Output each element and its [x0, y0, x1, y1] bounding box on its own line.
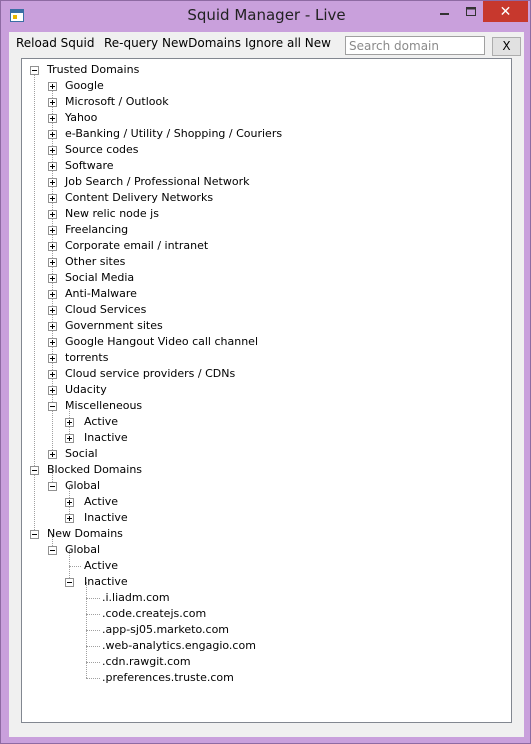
expand-icon[interactable] — [65, 514, 74, 523]
expand-icon[interactable] — [48, 450, 57, 459]
tree-node-miscelleneous[interactable]: Miscelleneous — [65, 398, 142, 414]
tree-node-domain[interactable]: .cdn.rawgit.com — [102, 654, 191, 670]
expand-collapse-icon[interactable] — [48, 546, 57, 555]
tree-node-trusted-child[interactable]: Microsoft / Outlook — [65, 94, 169, 110]
tree-node-trusted-child[interactable]: Cloud Services — [65, 302, 146, 318]
expand-icon[interactable] — [48, 98, 57, 107]
domain-tree[interactable]: Trusted Domains Google Microsoft / Outloo… — [21, 58, 512, 723]
ignore-all-new-menu[interactable]: Ignore all New — [245, 36, 331, 50]
expand-icon[interactable] — [48, 322, 57, 331]
tree-node-blocked-inactive[interactable]: Inactive — [84, 510, 128, 526]
tree-connector — [86, 646, 100, 647]
menu-bar: Reload Squid Re-query NewDomains Ignore … — [9, 32, 524, 58]
close-button[interactable]: ✕ — [483, 1, 528, 22]
tree-node-new-active[interactable]: Active — [84, 558, 118, 574]
maximize-button[interactable] — [458, 1, 483, 22]
expand-icon[interactable] — [48, 354, 57, 363]
tree-node-new-domains[interactable]: New Domains — [47, 526, 123, 542]
expand-icon[interactable] — [48, 82, 57, 91]
expand-collapse-icon[interactable] — [48, 402, 57, 411]
tree-node-trusted-child[interactable]: Yahoo — [65, 110, 97, 126]
reload-squid-menu[interactable]: Reload Squid — [16, 36, 94, 50]
tree-node-trusted-child[interactable]: e-Banking / Utility / Shopping / Courier… — [65, 126, 282, 142]
expand-collapse-icon[interactable] — [65, 578, 74, 587]
expand-icon[interactable] — [65, 498, 74, 507]
tree-connector — [86, 678, 100, 679]
close-icon: ✕ — [499, 3, 512, 20]
tree-node-domain[interactable]: .preferences.truste.com — [102, 670, 234, 686]
expand-icon[interactable] — [48, 162, 57, 171]
expand-icon[interactable] — [48, 306, 57, 315]
tree-node-trusted-child[interactable]: Other sites — [65, 254, 125, 270]
tree-node-blocked-global[interactable]: Global — [65, 478, 100, 494]
tree-node-trusted-child[interactable]: Job Search / Professional Network — [65, 174, 249, 190]
tree-node-domain[interactable]: .web-analytics.engagio.com — [102, 638, 256, 654]
expand-icon[interactable] — [65, 434, 74, 443]
tree-node-trusted-child[interactable]: Udacity — [65, 382, 107, 398]
expand-icon[interactable] — [48, 178, 57, 187]
expand-collapse-icon[interactable] — [30, 466, 39, 475]
tree-node-blocked-domains[interactable]: Blocked Domains — [47, 462, 142, 478]
tree-node-misc-active[interactable]: Active — [84, 414, 118, 430]
tree-connector — [86, 598, 100, 599]
tree-node-trusted-domains[interactable]: Trusted Domains — [47, 62, 139, 78]
tree-connector — [86, 630, 100, 631]
expand-icon[interactable] — [48, 386, 57, 395]
tree-node-trusted-child[interactable]: Corporate email / intranet — [65, 238, 208, 254]
expand-icon[interactable] — [48, 210, 57, 219]
expand-icon[interactable] — [48, 370, 57, 379]
requery-newdomains-menu[interactable]: Re-query NewDomains — [104, 36, 241, 50]
tree-connector — [52, 86, 53, 454]
maximize-icon — [465, 6, 476, 16]
minimize-button[interactable] — [432, 1, 458, 22]
expand-icon[interactable] — [48, 146, 57, 155]
tree-node-trusted-child[interactable]: Content Delivery Networks — [65, 190, 213, 206]
tree-node-new-global[interactable]: Global — [65, 542, 100, 558]
tree-node-trusted-child[interactable]: Freelancing — [65, 222, 128, 238]
tree-node-blocked-active[interactable]: Active — [84, 494, 118, 510]
tree-node-domain[interactable]: .i.liadm.com — [102, 590, 170, 606]
expand-collapse-icon[interactable] — [30, 530, 39, 539]
tree-node-trusted-child[interactable]: Google Hangout Video call channel — [65, 334, 258, 350]
title-bar[interactable]: Squid Manager - Live ✕ — [1, 1, 531, 32]
expand-icon[interactable] — [48, 258, 57, 267]
expand-icon[interactable] — [65, 418, 74, 427]
minimize-icon — [440, 12, 449, 15]
tree-node-domain[interactable]: .code.createjs.com — [102, 606, 206, 622]
tree-connector — [86, 614, 100, 615]
expand-collapse-icon[interactable] — [48, 482, 57, 491]
expand-icon[interactable] — [48, 114, 57, 123]
expand-collapse-icon[interactable] — [30, 66, 39, 75]
tree-node-trusted-child[interactable]: New relic node js — [65, 206, 159, 222]
app-window: Squid Manager - Live ✕ Reload Squid Re-q… — [0, 0, 531, 744]
expand-icon[interactable] — [48, 274, 57, 283]
tree-node-trusted-child[interactable]: torrents — [65, 350, 108, 366]
expand-icon[interactable] — [48, 194, 57, 203]
expand-icon[interactable] — [48, 242, 57, 251]
tree-node-trusted-child[interactable]: Anti-Malware — [65, 286, 137, 302]
tree-node-trusted-child[interactable]: Google — [65, 78, 104, 94]
tree-connector — [69, 566, 81, 567]
search-domain-input[interactable] — [345, 36, 485, 55]
client-area: Reload Squid Re-query NewDomains Ignore … — [9, 32, 524, 737]
tree-node-trusted-child[interactable]: Cloud service providers / CDNs — [65, 366, 235, 382]
clear-search-button[interactable]: X — [492, 37, 521, 56]
tree-node-trusted-child[interactable]: Source codes — [65, 142, 139, 158]
tree-node-social[interactable]: Social — [65, 446, 98, 462]
tree-node-new-inactive[interactable]: Inactive — [84, 574, 128, 590]
tree-node-misc-inactive[interactable]: Inactive — [84, 430, 128, 446]
tree-node-trusted-child[interactable]: Software — [65, 158, 114, 174]
expand-icon[interactable] — [48, 130, 57, 139]
expand-icon[interactable] — [48, 290, 57, 299]
tree-node-trusted-child[interactable]: Government sites — [65, 318, 163, 334]
expand-icon[interactable] — [48, 226, 57, 235]
tree-node-trusted-child[interactable]: Social Media — [65, 270, 134, 286]
tree-connector — [86, 662, 100, 663]
tree-connector — [34, 70, 35, 534]
expand-icon[interactable] — [48, 338, 57, 347]
tree-node-domain[interactable]: .app-sj05.marketo.com — [102, 622, 229, 638]
